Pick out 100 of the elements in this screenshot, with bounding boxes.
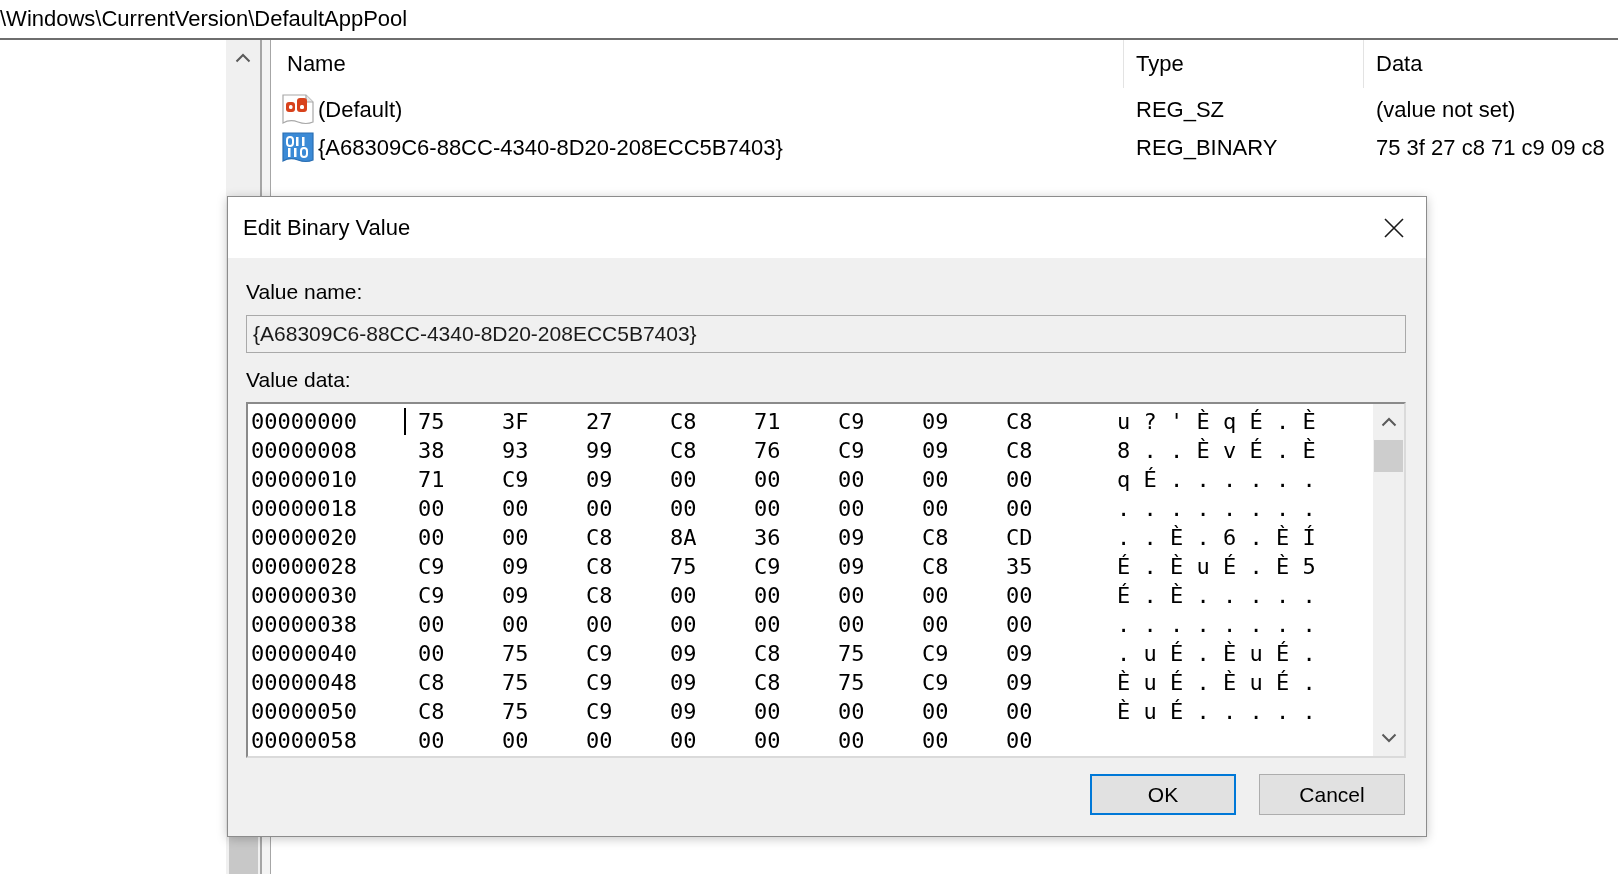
- hex-byte: 09: [1006, 669, 1033, 697]
- hex-byte: C8: [586, 582, 613, 610]
- hex-byte: 00: [502, 524, 529, 552]
- hex-byte: 00: [838, 727, 865, 755]
- hex-byte: 00: [418, 640, 445, 668]
- ascii-text: q É . . . . . .: [1117, 466, 1316, 494]
- value-name-label: Value name:: [246, 279, 363, 305]
- value-name-text: {A68309C6-88CC-4340-8D20-208ECC5B7403}: [318, 135, 783, 161]
- hex-byte: 75: [418, 408, 445, 436]
- value-name-text: (Default): [318, 97, 403, 123]
- hex-byte: 36: [754, 524, 781, 552]
- hex-byte: 00: [922, 495, 949, 523]
- hex-byte: C9: [502, 466, 529, 494]
- hex-byte: 00: [586, 495, 613, 523]
- dialog-title: Edit Binary Value: [243, 214, 411, 241]
- hex-byte: 00: [418, 524, 445, 552]
- column-header[interactable]: Name: [271, 40, 1123, 88]
- hex-byte: C8: [922, 524, 949, 552]
- hex-byte: 00: [1006, 698, 1033, 726]
- hex-byte: 09: [922, 437, 949, 465]
- hex-byte: 00: [502, 727, 529, 755]
- hex-offset: 00000028: [251, 553, 357, 581]
- hex-byte: 75: [502, 640, 529, 668]
- hex-offset: 00000008: [251, 437, 357, 465]
- hex-byte: 71: [754, 408, 781, 436]
- value-data-label: Value data:: [246, 367, 351, 393]
- close-icon: [1384, 217, 1404, 238]
- hex-byte: 00: [418, 611, 445, 639]
- hex-byte: C9: [838, 408, 865, 436]
- hex-offset: 00000030: [251, 582, 357, 610]
- hex-byte: C8: [1006, 408, 1033, 436]
- ok-button[interactable]: OK: [1090, 774, 1236, 815]
- hex-byte: 09: [838, 553, 865, 581]
- hex-byte: 76: [754, 437, 781, 465]
- ascii-text: É . È . . . . .: [1117, 582, 1316, 610]
- hex-offset: 00000000: [251, 408, 357, 436]
- hex-byte: C8: [418, 669, 445, 697]
- hex-byte: 00: [1006, 727, 1033, 755]
- value-type-text: REG_BINARY: [1136, 135, 1278, 161]
- hex-byte: C8: [754, 640, 781, 668]
- hex-byte: 00: [754, 466, 781, 494]
- ascii-text: É . È u É . È 5: [1117, 553, 1316, 581]
- hex-offset: 00000038: [251, 611, 357, 639]
- column-header[interactable]: Data: [1363, 40, 1618, 88]
- hex-byte: C8: [586, 553, 613, 581]
- hex-offset: 00000040: [251, 640, 357, 668]
- hex-byte: 27: [586, 408, 613, 436]
- hex-byte: 09: [670, 698, 697, 726]
- hex-editor-field[interactable]: [246, 402, 1406, 758]
- hex-byte: 93: [502, 437, 529, 465]
- hex-byte: 00: [670, 727, 697, 755]
- hex-byte: 00: [922, 698, 949, 726]
- ascii-text: È u É . . . . .: [1117, 698, 1316, 726]
- ascii-text: È u É . È u É .: [1117, 669, 1316, 697]
- hex-byte: 00: [586, 727, 613, 755]
- hex-byte: C8: [922, 553, 949, 581]
- scroll-up-icon[interactable]: [235, 53, 251, 63]
- hex-byte: 00: [502, 611, 529, 639]
- hex-byte: 00: [1006, 611, 1033, 639]
- hex-byte: 00: [754, 611, 781, 639]
- hex-byte: 09: [586, 466, 613, 494]
- scrollbar-thumb[interactable]: [228, 837, 258, 874]
- hex-byte: C9: [586, 698, 613, 726]
- hex-byte: 75: [502, 669, 529, 697]
- hex-byte: 00: [838, 582, 865, 610]
- hex-byte: 00: [670, 495, 697, 523]
- hex-byte: C9: [418, 553, 445, 581]
- hex-byte: 00: [754, 495, 781, 523]
- hex-byte: 09: [838, 524, 865, 552]
- hex-byte: 00: [754, 727, 781, 755]
- hex-byte: 00: [922, 611, 949, 639]
- hex-byte: 8A: [670, 524, 697, 552]
- hex-byte: 00: [670, 466, 697, 494]
- column-header[interactable]: Type: [1123, 40, 1363, 88]
- hex-byte: 09: [670, 669, 697, 697]
- hex-byte: C9: [754, 553, 781, 581]
- hex-byte: C8: [418, 698, 445, 726]
- hex-byte: 00: [1006, 582, 1033, 610]
- hex-byte: C8: [1006, 437, 1033, 465]
- hex-byte: C8: [586, 524, 613, 552]
- hex-byte: 00: [586, 611, 613, 639]
- value-name-field[interactable]: {A68309C6-88CC-4340-8D20-208ECC5B7403}: [246, 315, 1406, 353]
- hex-offset: 00000048: [251, 669, 357, 697]
- hex-byte: C9: [922, 669, 949, 697]
- scroll-down-icon[interactable]: [1380, 733, 1397, 743]
- hex-byte: 09: [670, 640, 697, 668]
- ascii-text: u ? ' È q É . È: [1117, 408, 1316, 436]
- value-data-text: 75 3f 27 c8 71 c9 09 c8: [1376, 135, 1605, 161]
- hex-byte: 09: [922, 408, 949, 436]
- hex-offset: 00000010: [251, 466, 357, 494]
- hex-byte: 00: [922, 466, 949, 494]
- cancel-button[interactable]: Cancel: [1259, 774, 1405, 815]
- scrollbar-thumb[interactable]: [1374, 440, 1403, 472]
- hex-byte: 00: [418, 727, 445, 755]
- hex-byte: 75: [838, 669, 865, 697]
- hex-byte: 00: [670, 611, 697, 639]
- hex-byte: 00: [754, 582, 781, 610]
- scroll-up-icon[interactable]: [1380, 417, 1397, 427]
- hex-byte: 09: [502, 553, 529, 581]
- hex-byte: C8: [754, 669, 781, 697]
